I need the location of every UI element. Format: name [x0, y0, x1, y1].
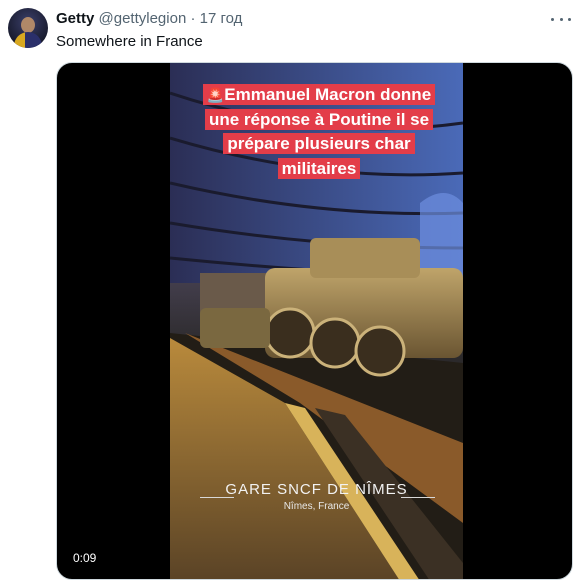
siren-icon: 🚨 — [206, 87, 225, 103]
vehicle-turret — [310, 238, 420, 278]
caption-text: 🚨Emmanuel Macron donne une réponse à Pou… — [202, 84, 436, 179]
separator-dot: · — [190, 10, 196, 27]
author-handle[interactable]: @gettylegion — [99, 10, 187, 27]
author-name[interactable]: Getty — [56, 10, 94, 27]
tweet-header: Getty @gettylegion · 17 год — [56, 10, 242, 28]
video-timestamp: 0:09 — [73, 551, 97, 565]
location-title: GARE SNCF DE NÎMES — [225, 481, 408, 498]
menu-dot — [551, 17, 554, 21]
avatar[interactable] — [8, 8, 48, 48]
menu-dot — [559, 17, 563, 21]
avatar-head — [21, 17, 35, 33]
video-player[interactable]: 🚨Emmanuel Macron donne une réponse à Pou… — [56, 62, 573, 580]
more-options-icon[interactable] — [551, 11, 571, 27]
second-vehicle — [200, 308, 270, 348]
video-frame[interactable]: 🚨Emmanuel Macron donne une réponse à Pou… — [170, 63, 463, 579]
avatar-shoulders — [14, 32, 42, 48]
tweet-time[interactable]: 17 год — [200, 10, 243, 27]
title-line-right — [401, 497, 435, 498]
menu-dot — [568, 17, 571, 21]
caption-body: Emmanuel Macron donne une réponse à Pout… — [208, 85, 432, 178]
location-subtitle: Nîmes, France — [283, 501, 350, 512]
tweet-text: Somewhere in France — [56, 33, 203, 50]
video-caption: 🚨Emmanuel Macron donne une réponse à Pou… — [194, 83, 444, 181]
